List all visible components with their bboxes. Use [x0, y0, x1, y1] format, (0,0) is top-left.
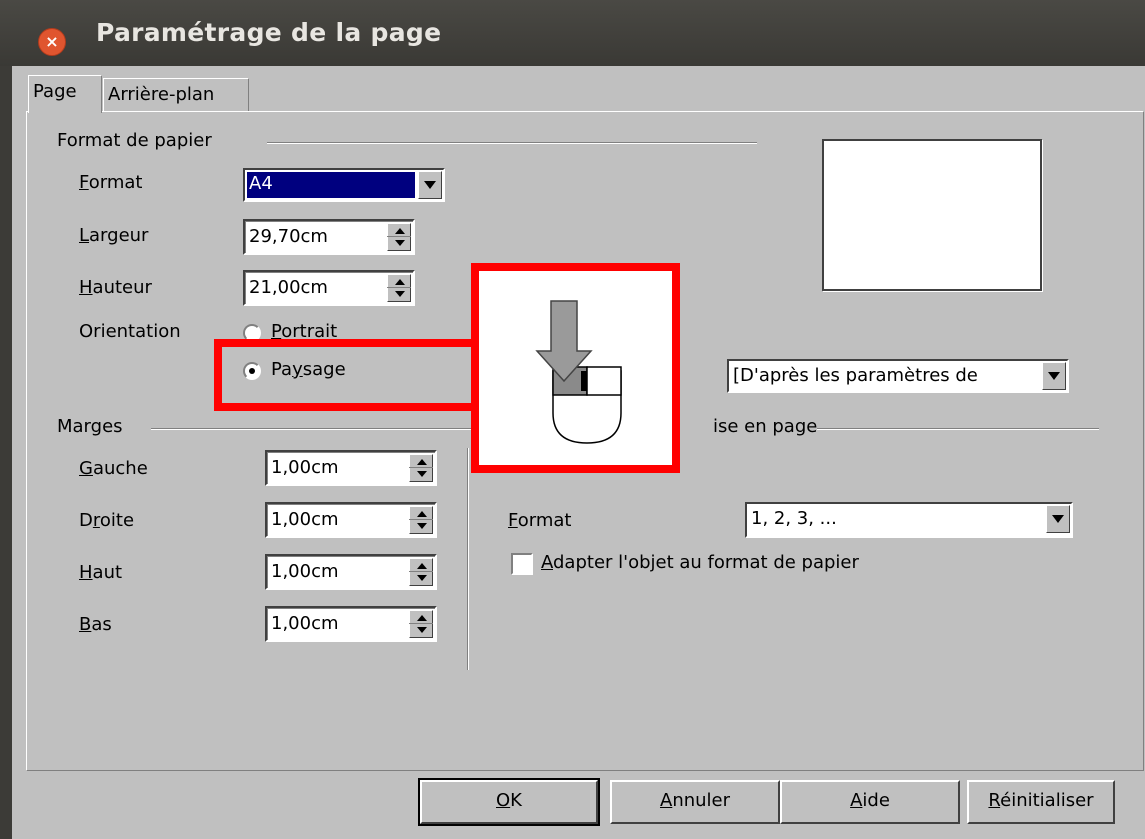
- tab-page[interactable]: Page: [28, 75, 102, 113]
- spinner-divider: [387, 287, 411, 288]
- ok-button[interactable]: OK: [418, 778, 600, 826]
- spinner-icon[interactable]: [387, 274, 411, 302]
- spinner-divider: [409, 467, 433, 468]
- page-numbering-select[interactable]: 1, 2, 3, ...: [745, 502, 1073, 538]
- spinner-icon[interactable]: [409, 558, 433, 586]
- title-bar: × Paramétrage de la page: [0, 0, 1145, 66]
- spinner-icon[interactable]: [409, 610, 433, 638]
- width-label: Largeur: [79, 225, 149, 246]
- fit-object-label: Adapter l'objet au format de papier: [541, 552, 859, 573]
- spinner-icon[interactable]: [409, 454, 433, 482]
- width-stepper[interactable]: 29,70cm: [243, 219, 415, 255]
- bottom-margin-label: Bas: [79, 614, 112, 635]
- fit-object-checkbox[interactable]: [511, 553, 533, 575]
- bottom-margin-value: 1,00cm: [271, 613, 339, 634]
- spinner-divider: [387, 236, 411, 237]
- top-margin-label: Haut: [79, 562, 123, 583]
- chevron-down-icon[interactable]: [1042, 362, 1066, 390]
- format-label: Format: [79, 172, 143, 193]
- top-margin-value: 1,00cm: [271, 561, 339, 582]
- divider: [817, 428, 1099, 430]
- left-margin-value: 1,00cm: [271, 457, 339, 478]
- layout-heading: ise en page: [713, 416, 818, 437]
- reset-button[interactable]: Réinitialiser: [967, 780, 1115, 824]
- width-value: 29,70cm: [249, 226, 328, 247]
- paper-tray-value: [D'après les paramètres de: [733, 365, 978, 386]
- close-button[interactable]: ×: [38, 28, 66, 56]
- spinner-icon[interactable]: [409, 506, 433, 534]
- tab-background[interactable]: Arrière-plan: [103, 78, 249, 112]
- height-value: 21,00cm: [249, 277, 328, 298]
- landscape-highlight-box: [214, 339, 482, 411]
- paper-tray-select[interactable]: [D'après les paramètres de: [727, 359, 1069, 393]
- page-numbering-value: 1, 2, 3, ...: [751, 508, 837, 529]
- spinner-icon[interactable]: [387, 223, 411, 251]
- spinner-divider: [409, 571, 433, 572]
- mouse-click-overlay: [471, 263, 680, 473]
- bottom-margin-stepper[interactable]: 1,00cm: [265, 606, 437, 642]
- chevron-down-icon[interactable]: [418, 171, 442, 199]
- vertical-divider: [467, 448, 469, 670]
- divider: [151, 428, 471, 430]
- page-preview: [822, 139, 1042, 291]
- left-margin-label: Gauche: [79, 458, 148, 479]
- left-margin-stepper[interactable]: 1,00cm: [265, 450, 437, 486]
- paper-format-heading: Format de papier: [57, 130, 212, 151]
- chevron-down-icon[interactable]: [1046, 505, 1070, 533]
- mouse-click-icon: [535, 300, 622, 444]
- right-margin-stepper[interactable]: 1,00cm: [265, 502, 437, 538]
- height-stepper[interactable]: 21,00cm: [243, 270, 415, 306]
- right-margin-label: Droite: [79, 510, 135, 531]
- layout-format-label: Format: [508, 510, 572, 531]
- top-margin-stepper[interactable]: 1,00cm: [265, 554, 437, 590]
- spinner-divider: [409, 519, 433, 520]
- paper-format-value: A4: [249, 173, 273, 194]
- cancel-button[interactable]: Annuler: [610, 780, 780, 824]
- right-margin-value: 1,00cm: [271, 509, 339, 530]
- spinner-divider: [409, 623, 433, 624]
- orientation-label: Orientation: [79, 321, 181, 342]
- divider: [267, 142, 757, 144]
- help-button[interactable]: Aide: [780, 780, 960, 824]
- window-title: Paramétrage de la page: [96, 18, 442, 47]
- margins-heading: Marges: [57, 416, 123, 437]
- paper-format-select[interactable]: A4: [243, 168, 445, 202]
- height-label: Hauteur: [79, 277, 152, 298]
